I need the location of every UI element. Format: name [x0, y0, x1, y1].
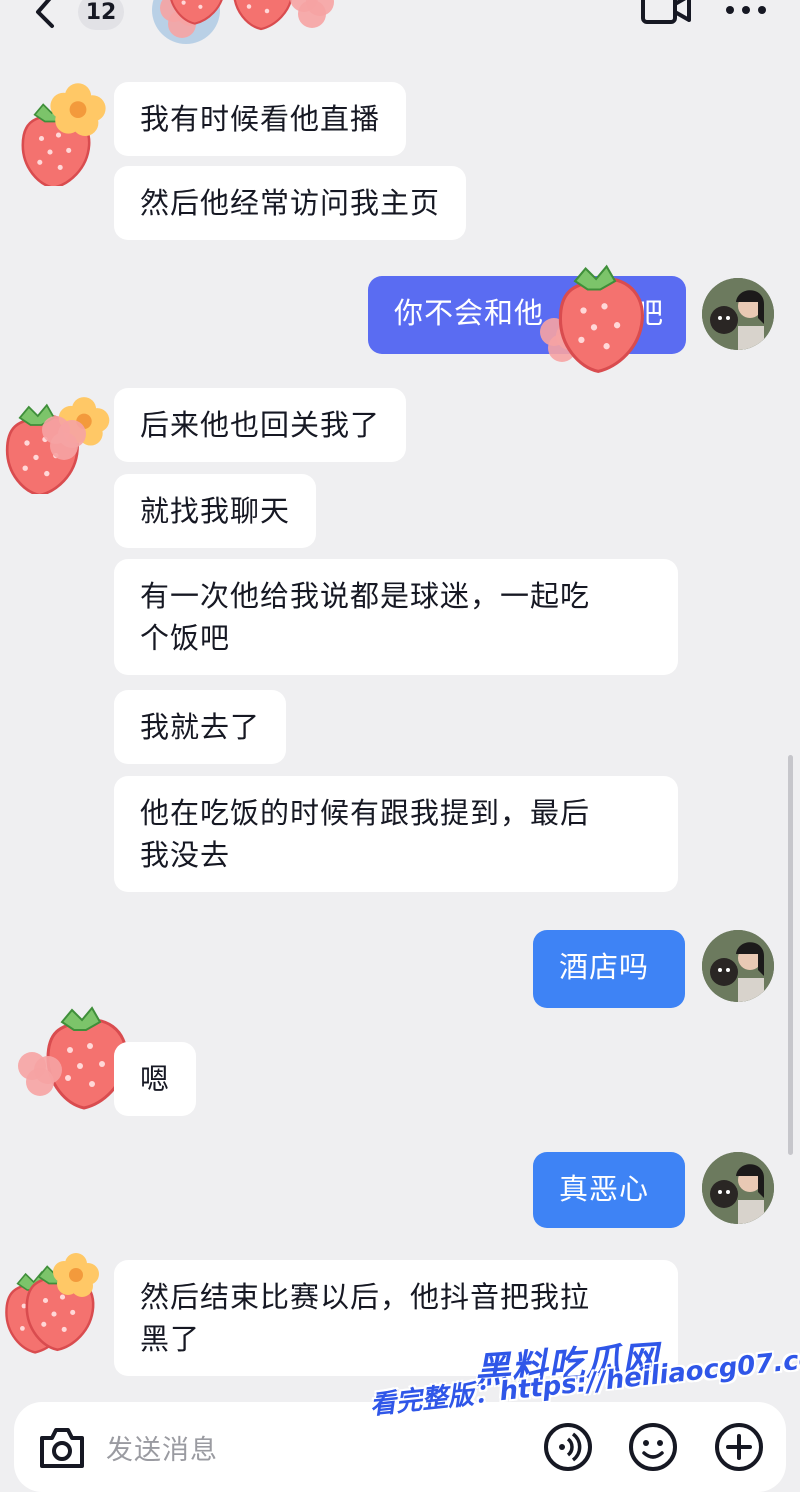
message-text: 真恶心: [559, 1172, 650, 1206]
scrollbar[interactable]: [788, 755, 793, 1155]
strawberry-sticker: [540, 264, 644, 373]
video-call-icon[interactable]: [640, 0, 692, 26]
my-avatar[interactable]: [702, 278, 774, 350]
message-text: 他在吃饭的时候有跟我提到，最后: [140, 796, 591, 830]
chat-avatar[interactable]: [146, 0, 334, 46]
message-bubble[interactable]: 我有时候看他直播: [114, 82, 407, 156]
message-input[interactable]: 发送消息: [106, 1428, 218, 1467]
message-bubble[interactable]: 然后他经常访问我主页: [114, 166, 467, 240]
avatar-photo-icon: [702, 930, 774, 1002]
message-bubble-outgoing[interactable]: 真恶心: [533, 1152, 685, 1228]
message-bubble[interactable]: 我就去了: [114, 690, 287, 764]
contact-avatar-sticker[interactable]: [0, 1248, 110, 1358]
message-text: 有一次他给我说都是球迷，一起吃: [140, 579, 591, 613]
message-bubble[interactable]: 有一次他给我说都是球迷，一起吃 个饭吧: [114, 559, 678, 675]
avatar-photo-icon: [702, 278, 774, 350]
message-text: 我有时候看他直播: [140, 102, 381, 136]
message-text: 你不会和他: [394, 296, 545, 330]
camera-icon[interactable]: [36, 1424, 88, 1472]
message-text: 嗯: [140, 1062, 171, 1096]
message-bubble-outgoing[interactable]: 酒店吗: [533, 930, 685, 1008]
my-avatar[interactable]: [702, 930, 774, 1002]
message-bubble[interactable]: 嗯: [114, 1042, 197, 1116]
message-bubble[interactable]: 就找我聊天: [114, 474, 317, 548]
message-bubble[interactable]: 他在吃饭的时候有跟我提到，最后 我没去: [114, 776, 678, 892]
contact-avatar-sticker[interactable]: [12, 76, 122, 186]
plus-icon[interactable]: [712, 1420, 766, 1474]
message-text: 我没去: [140, 838, 231, 872]
voice-icon[interactable]: [541, 1420, 595, 1474]
message-text: 个饭吧: [140, 621, 231, 655]
emoji-icon[interactable]: [626, 1420, 680, 1474]
message-bubble[interactable]: 后来他也回关我了: [114, 388, 407, 462]
contact-avatar-sticker[interactable]: [0, 384, 110, 494]
message-text: 酒店吗: [559, 950, 650, 984]
back-icon[interactable]: [30, 0, 64, 32]
message-text: 我就去了: [140, 710, 261, 744]
message-text: 然后他经常访问我主页: [140, 186, 441, 220]
my-avatar[interactable]: [702, 1152, 774, 1224]
message-text: 后来他也回关我了: [140, 408, 381, 442]
message-text: 然后结束比赛以后，他抖音把我拉: [140, 1280, 591, 1314]
unread-count-badge[interactable]: 12: [78, 0, 124, 30]
top-bar: 12: [0, 0, 800, 48]
avatar-photo-icon: [702, 1152, 774, 1224]
more-icon[interactable]: [722, 0, 770, 20]
message-text: 就找我聊天: [140, 494, 291, 528]
